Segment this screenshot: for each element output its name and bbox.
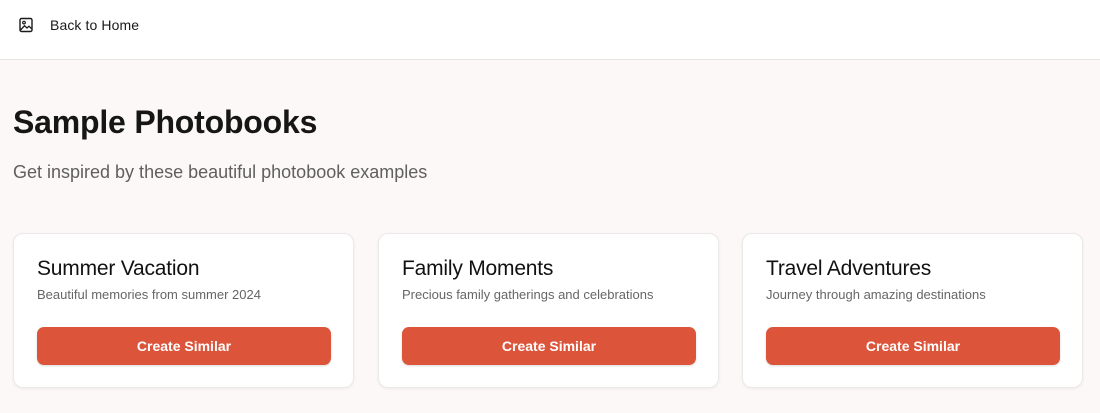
card-description: Precious family gatherings and celebrati… — [402, 287, 654, 302]
sample-card-travel-adventures: Travel Adventures Journey through amazin… — [742, 233, 1083, 388]
back-to-home-label: Back to Home — [50, 17, 140, 33]
card-description: Journey through amazing destinations — [766, 287, 986, 302]
create-similar-button[interactable]: Create Similar — [402, 327, 696, 365]
top-navigation-bar: Back to Home — [0, 0, 1100, 60]
card-title: Travel Adventures — [766, 257, 932, 280]
page-title: Sample Photobooks — [13, 104, 318, 140]
card-title: Family Moments — [402, 257, 554, 280]
card-description: Beautiful memories from summer 2024 — [37, 287, 261, 302]
back-to-home-link[interactable]: Back to Home — [19, 15, 139, 35]
create-similar-button[interactable]: Create Similar — [766, 327, 1060, 365]
sample-card-family-moments: Family Moments Precious family gathering… — [378, 233, 719, 388]
sample-card-summer-vacation: Summer Vacation Beautiful memories from … — [13, 233, 354, 388]
sample-cards-grid: Summer Vacation Beautiful memories from … — [13, 233, 1083, 388]
card-title: Summer Vacation — [37, 257, 200, 280]
image-icon — [19, 17, 33, 33]
page-subtitle: Get inspired by these beautiful photoboo… — [13, 162, 428, 182]
create-similar-button[interactable]: Create Similar — [37, 327, 331, 365]
